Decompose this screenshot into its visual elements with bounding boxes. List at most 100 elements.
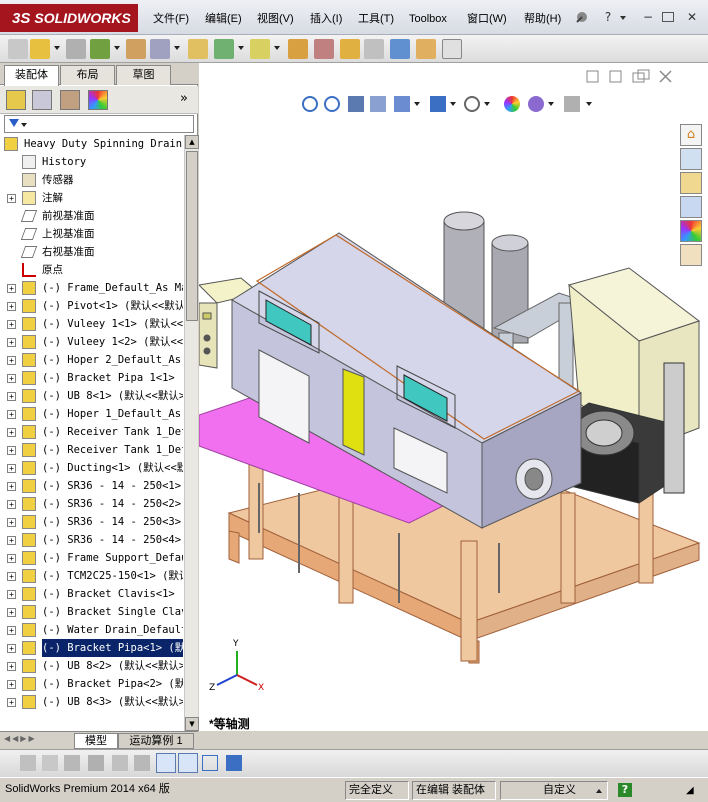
expand-icon[interactable]: + — [7, 338, 16, 347]
measure-icon[interactable] — [390, 39, 410, 59]
tree-item[interactable]: + (-) Frame Support_Default<1> — [0, 549, 183, 567]
view-orientation-icon[interactable] — [394, 96, 410, 112]
graphics-area[interactable]: Y X Z *等轴测 — [199, 63, 708, 731]
component-icon[interactable] — [126, 39, 146, 59]
rebuild-icon[interactable] — [188, 39, 208, 59]
expand-icon[interactable]: + — [7, 428, 16, 437]
tree-item[interactable]: + (-) Hoper 2_Default_As Machined<1> — [0, 351, 183, 369]
expand-icon[interactable]: + — [7, 518, 16, 527]
expand-icon[interactable]: + — [7, 356, 16, 365]
expand-icon[interactable]: + — [7, 698, 16, 707]
tree-item[interactable]: + (-) UB 8<3> (默认<<默认>_显示状态 1>) — [0, 693, 183, 711]
assembly-model-3d[interactable] — [199, 63, 708, 731]
chevron-down-icon[interactable] — [586, 102, 592, 106]
open-folder-icon[interactable] — [30, 39, 50, 59]
tree-item[interactable]: + (-) Bracket Pipa<1> (默认) — [0, 639, 183, 657]
tree-item[interactable]: History — [0, 153, 183, 171]
table-icon[interactable] — [202, 755, 218, 771]
chevron-down-icon[interactable] — [238, 46, 244, 50]
tab-model[interactable]: 模型 — [74, 733, 118, 749]
paperclip-icon[interactable] — [66, 39, 86, 59]
tree-item[interactable]: + (-) Receiver Tank 1_Default<2> — [0, 441, 183, 459]
expand-icon[interactable]: + — [7, 626, 16, 635]
tab-sketch[interactable]: 草图 — [116, 65, 171, 85]
expand-icon[interactable]: + — [7, 194, 16, 203]
expand-icon[interactable]: + — [7, 536, 16, 545]
minimize-button[interactable]: − — [640, 9, 656, 25]
reference-geometry-icon[interactable] — [364, 39, 384, 59]
expand-icon[interactable]: + — [7, 482, 16, 491]
solidworks-logo[interactable]: 3S SOLIDWORKS — [0, 4, 138, 32]
close-button[interactable]: ✕ — [684, 9, 700, 25]
previous-view-icon[interactable] — [348, 96, 364, 112]
chevron-down-icon[interactable] — [620, 16, 626, 20]
tree-item[interactable]: + (-) UB 8<1> (默认<<默认>_显示状态 1>) — [0, 387, 183, 405]
view-settings-icon[interactable] — [564, 96, 580, 112]
chevron-down-icon[interactable] — [484, 102, 490, 106]
list-icon[interactable] — [88, 755, 104, 771]
options-gear-icon[interactable] — [288, 39, 308, 59]
tab-scroll-arrows[interactable]: ◀◀▶▶ — [4, 734, 72, 748]
link-icon[interactable] — [64, 755, 80, 771]
tree-item[interactable]: 前视基准面 — [0, 207, 183, 225]
bill-of-materials-icon[interactable] — [416, 39, 436, 59]
expand-icon[interactable]: + — [7, 644, 16, 653]
shaded-view-icon[interactable] — [178, 753, 198, 773]
tree-item[interactable]: + (-) UB 8<2> (默认<<默认>_显示状态 1>) — [0, 657, 183, 675]
expand-icon[interactable]: + — [7, 554, 16, 563]
expand-icon[interactable]: + — [7, 500, 16, 509]
tree-item[interactable]: + (-) Pivot<1> (默认<<默认>_显示状态 1>) — [0, 297, 183, 315]
tree-item[interactable]: + (-) Vuleey 1<2> (默认<<默认>_显示状态 1>) — [0, 333, 183, 351]
zoom-to-fit-icon[interactable] — [302, 96, 318, 112]
help-button[interactable]: ? — [600, 9, 616, 25]
interference-icon[interactable] — [314, 39, 334, 59]
expand-icon[interactable]: + — [7, 392, 16, 401]
tree-item[interactable]: + (-) Bracket Single Clavis<1> — [0, 603, 183, 621]
toolbar-customize-icon[interactable] — [442, 39, 462, 59]
tree-filter-input[interactable] — [4, 115, 194, 133]
pattern-icon[interactable] — [150, 39, 170, 59]
chevron-down-icon[interactable] — [114, 46, 120, 50]
tree-item[interactable]: + (-) Bracket Pipa<2> (默认) — [0, 675, 183, 693]
menu-toolbox[interactable]: Toolbox — [406, 10, 450, 28]
display-style-icon[interactable] — [430, 96, 446, 112]
chevron-down-icon[interactable] — [274, 46, 280, 50]
appearances-icon[interactable] — [680, 220, 702, 242]
expand-icon[interactable]: + — [7, 590, 16, 599]
configuration-manager-icon[interactable] — [60, 90, 80, 110]
scroll-down-button[interactable]: ▼ — [185, 717, 199, 731]
tree-item[interactable]: + 注解 — [0, 189, 183, 207]
menu-edit[interactable]: 编辑(E) — [202, 10, 245, 28]
tree-item[interactable]: 上视基准面 — [0, 225, 183, 243]
view-palette-icon[interactable] — [680, 196, 702, 218]
design-library-icon[interactable] — [680, 148, 702, 170]
zoom-to-area-icon[interactable] — [324, 96, 340, 112]
tree-item[interactable]: + (-) Water Drain_Default<1> — [0, 621, 183, 639]
tree-item[interactable]: + (-) Receiver Tank 1_Default<1> — [0, 423, 183, 441]
tab-assembly[interactable]: 装配体 — [4, 65, 59, 86]
tree-item[interactable]: + (-) Frame_Default_As Machined<1> — [0, 279, 183, 297]
chevron-down-icon[interactable] — [414, 102, 420, 106]
scroll-up-button[interactable]: ▲ — [185, 135, 199, 149]
chevron-down-icon[interactable] — [54, 46, 60, 50]
property-manager-icon[interactable] — [32, 90, 52, 110]
scroll-thumb[interactable] — [186, 151, 198, 321]
new-document-icon[interactable] — [8, 39, 28, 59]
expand-icon[interactable]: + — [7, 410, 16, 419]
expand-icon[interactable]: + — [7, 662, 16, 671]
align-icon[interactable] — [134, 755, 150, 771]
chevron-up-icon[interactable] — [596, 789, 602, 793]
resize-grip-icon[interactable]: ◢ — [686, 785, 698, 797]
tree-item[interactable]: + (-) Bracket Pipa 1<1> (默认) — [0, 369, 183, 387]
expand-icon[interactable]: + — [7, 320, 16, 329]
custom-properties-icon[interactable] — [680, 244, 702, 266]
explode-icon[interactable] — [250, 39, 270, 59]
menu-help[interactable]: 帮助(H) — [521, 10, 564, 28]
tab-layout[interactable]: 布局 — [60, 65, 115, 85]
expand-icon[interactable]: + — [7, 446, 16, 455]
tree-item[interactable]: + (-) Ducting<1> (默认<<默认>_显示状态 1>) — [0, 459, 183, 477]
tree-item[interactable]: + (-) TCM2C25-150<1> (默认<<默认>_显示状态 1>) — [0, 567, 183, 585]
edit-appearance-icon[interactable] — [504, 96, 520, 112]
tree-item[interactable]: 传感器 — [0, 171, 183, 189]
chevron-down-icon[interactable] — [450, 102, 456, 106]
